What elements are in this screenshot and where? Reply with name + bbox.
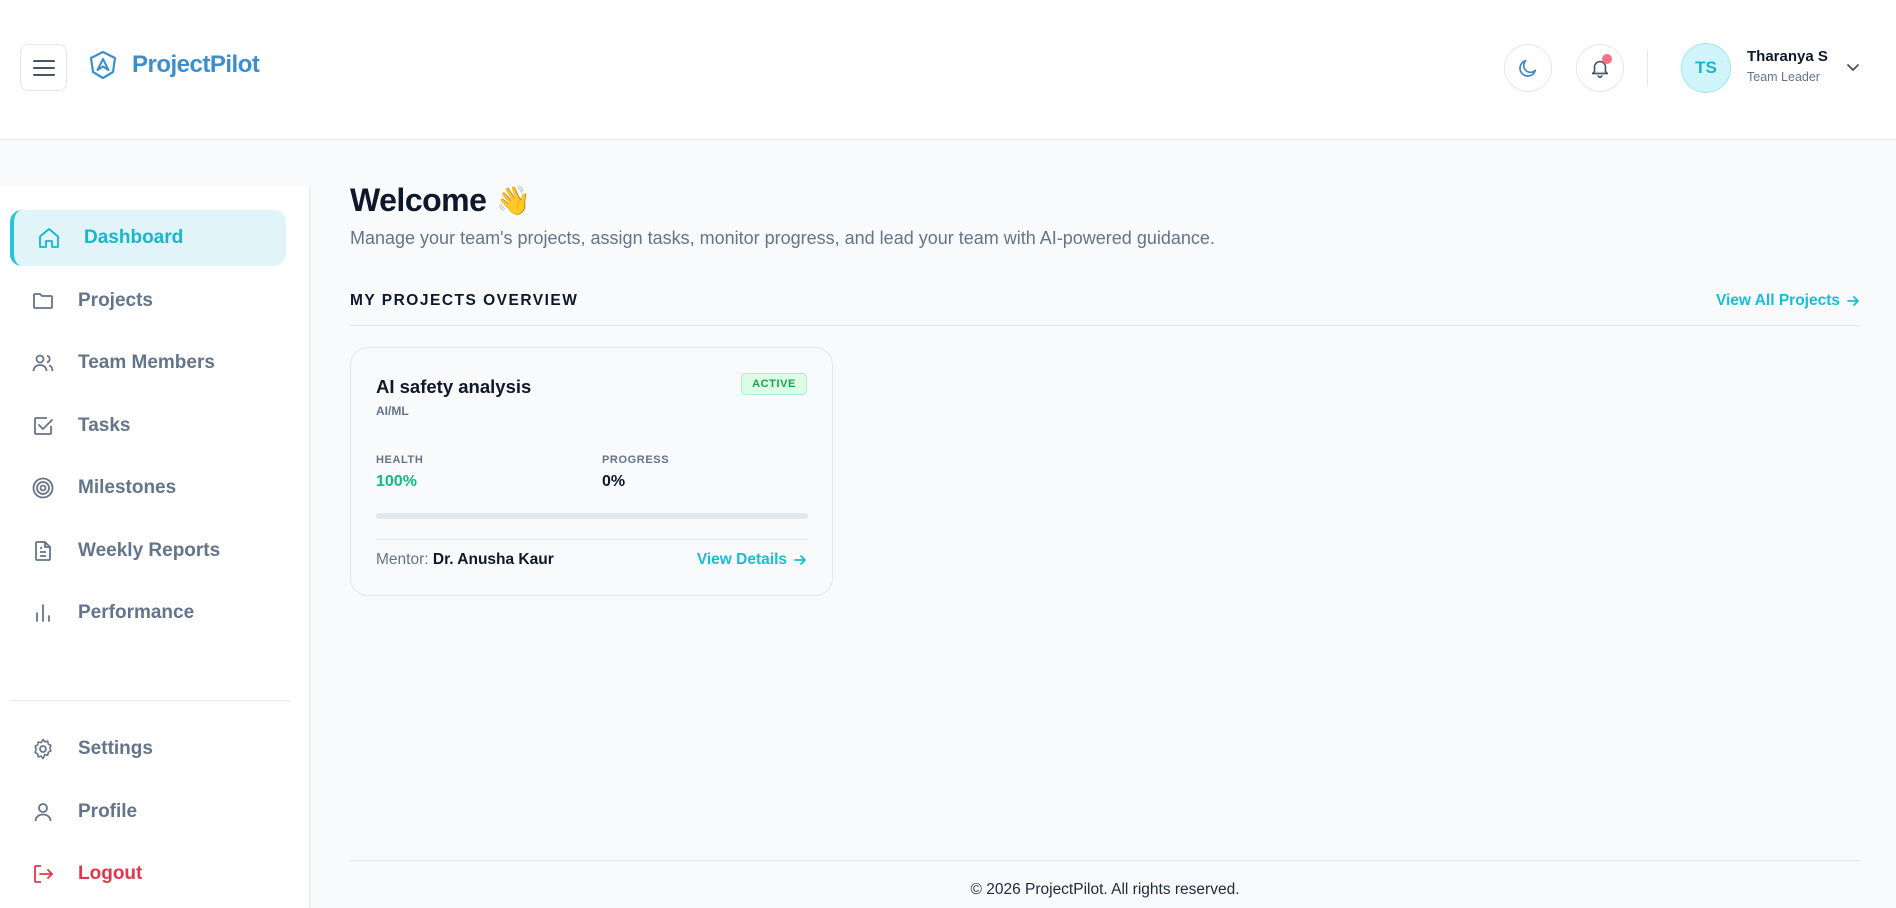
card-divider [376, 539, 808, 540]
checkbox-icon [30, 413, 56, 439]
logo-icon [89, 50, 117, 80]
sidebar-item-label: Tasks [78, 415, 131, 436]
brand-name: ProjectPilot [132, 51, 260, 78]
sidebar-item-label: Profile [78, 801, 138, 822]
chevron-down-icon[interactable] [1845, 59, 1861, 75]
avatar[interactable]: TS [1681, 43, 1731, 93]
moon-icon [1519, 59, 1537, 77]
welcome-subtitle: Manage your team's projects, assign task… [350, 228, 1215, 248]
footer-copyright: © 2026 ProjectPilot. All rights reserved… [970, 881, 1240, 898]
mentor-name: Dr. Anusha Kaur [432, 551, 554, 568]
sidebar-item-label: Settings [78, 738, 153, 759]
sidebar-item-profile[interactable]: Profile [10, 784, 286, 840]
sidebar-item-team-members[interactable]: Team Members [10, 335, 286, 391]
notifications-button[interactable] [1576, 44, 1624, 92]
home-icon [36, 225, 62, 251]
sidebar-item-label: Team Members [78, 352, 215, 373]
sidebar-item-label: Milestones [78, 477, 177, 498]
brand-logo[interactable]: ProjectPilot [88, 50, 260, 80]
user-icon [30, 799, 56, 825]
health-label: HEALTH [376, 454, 424, 466]
sidebar: Dashboard Projects Team Members Tasks Mi… [0, 186, 310, 908]
project-title[interactable]: AI safety analysis [376, 376, 531, 398]
sidebar-item-milestones[interactable]: Milestones [10, 460, 286, 516]
mentor-info: Mentor: Dr. Anusha Kaur [376, 551, 554, 569]
sidebar-item-settings[interactable]: Settings [10, 721, 286, 777]
sidebar-item-tasks[interactable]: Tasks [10, 398, 286, 454]
sidebar-item-weekly-reports[interactable]: Weekly Reports [10, 523, 286, 579]
sidebar-item-logout[interactable]: Logout [10, 846, 286, 902]
gear-icon [30, 736, 56, 762]
folder-icon [30, 288, 56, 314]
sidebar-item-dashboard[interactable]: Dashboard [10, 210, 286, 266]
sidebar-divider [10, 700, 290, 701]
progress-label: PROGRESS [602, 454, 670, 466]
project-card[interactable]: AI safety analysis AI/ML ACTIVE HEALTH 1… [350, 347, 833, 596]
sidebar-item-label: Weekly Reports [78, 540, 221, 561]
header-divider [1647, 50, 1648, 86]
sidebar-item-label: Logout [78, 863, 143, 884]
footer-divider [350, 860, 1860, 861]
sidebar-item-label: Performance [78, 602, 195, 623]
sidebar-item-projects[interactable]: Projects [10, 273, 286, 329]
progress-value: 0% [602, 473, 626, 490]
logout-icon [30, 861, 56, 887]
sidebar-item-performance[interactable]: Performance [10, 585, 286, 641]
hamburger-icon [32, 59, 55, 76]
page-title: Welcome 👋 [350, 182, 531, 219]
status-badge: ACTIVE [741, 373, 807, 395]
arrow-right-icon [794, 555, 806, 565]
view-details-label: View Details [696, 551, 787, 568]
menu-toggle-button[interactable] [20, 44, 67, 91]
top-header: ProjectPilot TS Tharanya S Team Leader [0, 0, 1896, 140]
sidebar-item-label: Projects [78, 290, 153, 311]
notification-dot [1602, 54, 1612, 64]
arrow-right-icon [1847, 296, 1859, 306]
view-all-label: View All Projects [1715, 292, 1840, 309]
target-icon [30, 475, 56, 501]
file-icon [30, 538, 56, 564]
user-name[interactable]: Tharanya S [1747, 48, 1828, 65]
theme-toggle-button[interactable] [1504, 44, 1552, 92]
view-details-link[interactable]: View Details [697, 551, 807, 569]
project-category: AI/ML [376, 404, 409, 418]
user-role: Team Leader [1747, 70, 1820, 84]
wave-emoji-icon: 👋 [496, 185, 531, 216]
view-all-projects-link[interactable]: View All Projects [1716, 292, 1860, 310]
users-icon [30, 350, 56, 376]
mentor-label: Mentor: [376, 551, 429, 568]
progress-bar [376, 513, 808, 519]
sidebar-item-label: Dashboard [84, 227, 184, 248]
section-divider [350, 325, 1860, 326]
welcome-title-text: Welcome [350, 182, 487, 218]
health-value: 100% [376, 473, 417, 490]
section-title: MY PROJECTS OVERVIEW [350, 292, 579, 309]
bar-chart-icon [30, 600, 56, 626]
